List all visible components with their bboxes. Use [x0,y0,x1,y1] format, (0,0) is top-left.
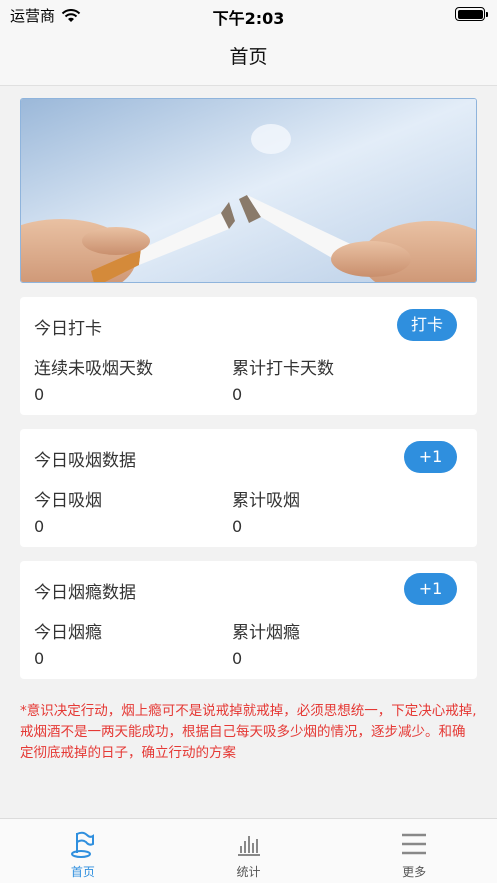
stat-value: 0 [34,517,45,536]
status-time: 下午2:03 [212,9,285,28]
craving-data-card: 今日烟瘾数据 +1 今日烟瘾 累计烟瘾 0 0 [20,561,477,679]
stat-value: 0 [34,385,45,404]
checkin-card: 今日打卡 打卡 连续未吸烟天数 累计打卡天数 0 0 [20,297,477,415]
stat-label: 今日吸烟 [34,491,102,511]
checkin-button[interactable]: 打卡 [396,309,457,341]
card-title: 今日打卡 [34,319,102,339]
broken-cigarette-image [21,99,476,282]
card-title: 今日吸烟数据 [34,451,136,471]
battery-icon [455,7,488,21]
stat-value: 0 [232,649,243,668]
stat-label: 累计打卡天数 [232,359,334,379]
stat-label: 累计烟瘾 [232,623,300,643]
add-craving-button[interactable]: +1 [404,573,457,605]
tab-label: 统计 [236,865,261,879]
bar-chart-icon [237,836,260,856]
stat-label: 累计吸烟 [232,491,300,511]
banner-image [20,98,477,283]
tab-home[interactable]: 首页 [0,819,166,883]
page-title: 首页 [229,46,268,68]
notice-text: *意识决定行动，烟上瘾可不是说戒掉就戒掉，必须思想统一，下定决心戒掉,戒烟酒不是… [20,703,477,761]
tab-label: 更多 [402,865,427,879]
add-smoking-button[interactable]: +1 [404,441,457,473]
stat-value: 0 [34,649,45,668]
stat-label: 今日烟瘾 [34,623,102,643]
tab-bar: 首页 统计 更多 [0,818,497,883]
flag-icon [70,831,94,858]
stat-label: 连续未吸烟天数 [34,359,153,379]
card-title: 今日烟瘾数据 [34,583,136,603]
smoking-data-card: 今日吸烟数据 +1 今日吸烟 累计吸烟 0 0 [20,429,477,547]
status-bar: 运营商 下午2:03 [0,0,497,30]
stat-value: 0 [232,517,243,536]
menu-icon [402,833,427,855]
tab-more[interactable]: 更多 [331,819,497,883]
tab-statistics[interactable]: 统计 [166,819,332,883]
navigation-bar: 首页 [0,30,497,86]
tab-label: 首页 [70,865,95,879]
stat-value: 0 [232,385,243,404]
